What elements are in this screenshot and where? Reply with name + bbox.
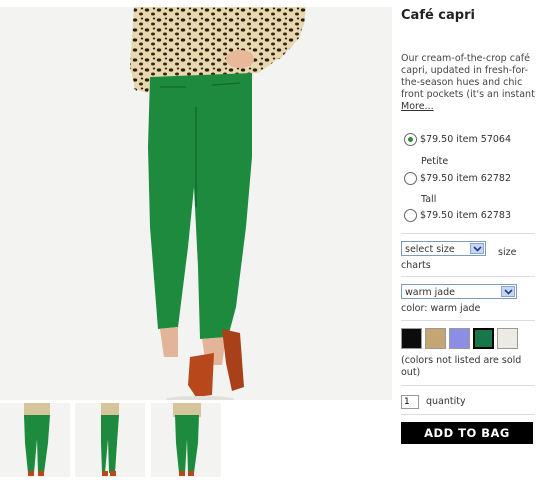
radio-tall[interactable] xyxy=(404,209,417,222)
radio-petite[interactable] xyxy=(404,172,417,185)
color-select-value: warm jade xyxy=(405,287,455,298)
option-regular-text: $79.50 item 57064 xyxy=(420,134,511,145)
color-select[interactable]: warm jade xyxy=(401,284,517,299)
size-select[interactable]: select size xyxy=(401,241,486,256)
main-product-image[interactable] xyxy=(0,7,392,400)
petite-label: Petite xyxy=(421,156,449,167)
size-select-value: select size xyxy=(405,244,455,255)
thumbnail-back[interactable] xyxy=(151,403,221,477)
divider xyxy=(401,233,535,234)
description-text: Our cream-of-the-crop café capri, update… xyxy=(401,53,535,100)
divider xyxy=(401,276,535,277)
swatch-periwinkle[interactable] xyxy=(449,328,470,349)
thumbnail-strip xyxy=(0,403,392,477)
quantity-label: quantity xyxy=(426,396,466,407)
thumbnail-model xyxy=(24,403,50,476)
tall-label: Tall xyxy=(421,194,437,205)
thumbnail-model xyxy=(173,403,201,476)
colors-note: (colors not listed are sold out) xyxy=(401,355,522,378)
divider xyxy=(401,414,535,415)
swatch-ivory[interactable] xyxy=(497,328,518,349)
chevron-down-icon[interactable] xyxy=(501,286,515,297)
product-description: Our cream-of-the-crop café capri, update… xyxy=(401,53,535,113)
swatch-warm-jade[interactable] xyxy=(473,328,494,349)
size-charts-word2: charts xyxy=(401,260,431,271)
size-charts-word1: size xyxy=(498,247,517,258)
thumbnail-side[interactable] xyxy=(75,403,145,477)
more-link[interactable]: More... xyxy=(401,101,434,112)
swatch-black[interactable] xyxy=(401,328,422,349)
option-petite[interactable]: $79.50 item 62782 xyxy=(404,172,511,185)
thumbnail-front[interactable] xyxy=(0,403,70,477)
option-petite-text: $79.50 item 62782 xyxy=(420,173,511,184)
product-title: Café capri xyxy=(401,8,475,23)
option-tall-text: $79.50 item 62783 xyxy=(420,210,511,221)
quantity-input[interactable] xyxy=(401,395,419,409)
option-tall[interactable]: $79.50 item 62783 xyxy=(404,209,511,222)
thumbnail-model xyxy=(101,403,119,476)
add-to-bag-button[interactable]: ADD TO BAG xyxy=(401,422,533,444)
color-label: color: warm jade xyxy=(401,303,481,314)
chevron-down-icon[interactable] xyxy=(470,243,484,254)
divider xyxy=(401,385,535,386)
option-regular[interactable]: $79.50 item 57064 xyxy=(404,133,511,146)
divider xyxy=(401,320,535,321)
radio-regular[interactable] xyxy=(404,133,417,146)
model-illustration xyxy=(130,7,306,400)
swatch-tan[interactable] xyxy=(425,328,446,349)
